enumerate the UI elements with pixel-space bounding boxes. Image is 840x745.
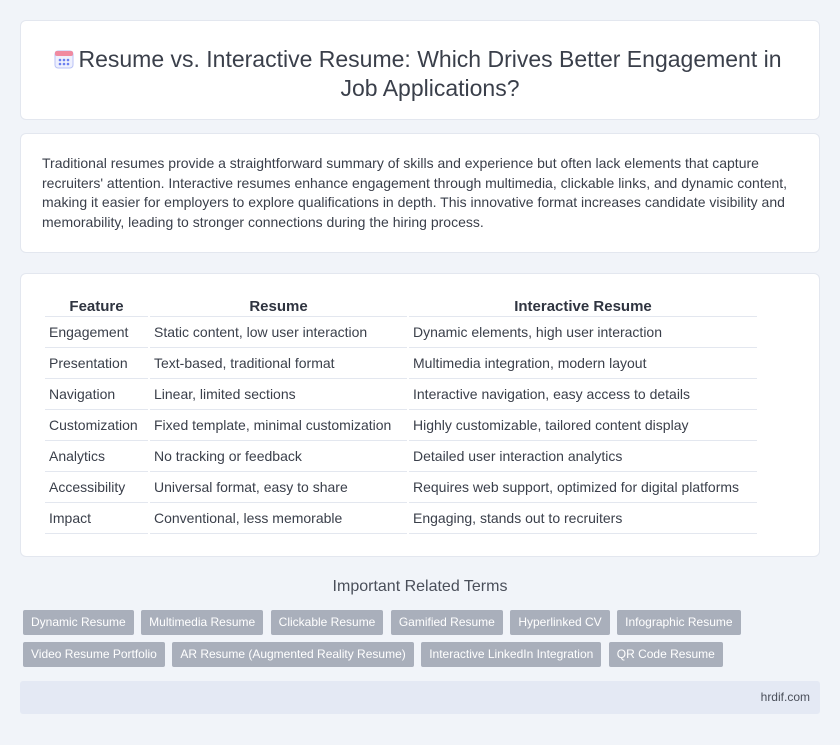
header-interactive-resume: Interactive Resume	[409, 296, 757, 317]
related-term-tag[interactable]: AR Resume (Augmented Reality Resume)	[172, 642, 414, 667]
related-term-tag[interactable]: Dynamic Resume	[23, 610, 134, 635]
table-cell: No tracking or feedback	[150, 441, 407, 472]
table-cell: Analytics	[45, 441, 148, 472]
related-terms-title: Important Related Terms	[332, 578, 508, 595]
related-term-tag[interactable]: Gamified Resume	[390, 610, 503, 635]
table-cell: Dynamic elements, high user interaction	[409, 317, 757, 348]
related-term-tag[interactable]: Clickable Resume	[270, 610, 384, 635]
related-term-tag[interactable]: Multimedia Resume	[141, 610, 264, 635]
related-term-tag[interactable]: Hyperlinked CV	[510, 610, 610, 635]
comparison-table-card: Feature Resume Interactive Resume Engage…	[20, 273, 820, 557]
footer: hrdif.com	[20, 681, 820, 714]
table-row: Engagement Static content, low user inte…	[45, 317, 757, 348]
table-cell: Conventional, less memorable	[150, 503, 407, 534]
related-terms-tags: Dynamic Resume Multimedia Resume Clickab…	[23, 610, 803, 674]
intro-card: Traditional resumes provide a straightfo…	[20, 133, 820, 253]
related-term-tag[interactable]: Interactive LinkedIn Integration	[421, 642, 602, 667]
table-cell: Requires web support, optimized for digi…	[409, 472, 757, 503]
table-cell: Interactive navigation, easy access to d…	[409, 379, 757, 410]
related-term-tag[interactable]: QR Code Resume	[608, 642, 723, 667]
table-row: Navigation Linear, limited sections Inte…	[45, 379, 757, 410]
table-row: Presentation Text-based, traditional for…	[45, 348, 757, 379]
header-resume: Resume	[150, 296, 407, 317]
table-cell: Universal format, easy to share	[150, 472, 407, 503]
table-cell: Impact	[45, 503, 148, 534]
table-cell: Engaging, stands out to recruiters	[409, 503, 757, 534]
table-cell: Engagement	[45, 317, 148, 348]
table-row: Analytics No tracking or feedback Detail…	[45, 441, 757, 472]
comparison-table: Feature Resume Interactive Resume Engage…	[43, 296, 759, 534]
table-cell: Linear, limited sections	[150, 379, 407, 410]
table-row: Impact Conventional, less memorable Enga…	[45, 503, 757, 534]
related-term-tag[interactable]: Infographic Resume	[617, 610, 741, 635]
table-cell: Highly customizable, tailored content di…	[409, 410, 757, 441]
table-cell: Fixed template, minimal customization	[150, 410, 407, 441]
related-term-tag[interactable]: Video Resume Portfolio	[23, 642, 165, 667]
table-cell: Presentation	[45, 348, 148, 379]
table-header-row: Feature Resume Interactive Resume	[45, 296, 757, 317]
table-row: Customization Fixed template, minimal cu…	[45, 410, 757, 441]
intro-paragraph: Traditional resumes provide a straightfo…	[42, 155, 788, 230]
table-cell: Customization	[45, 410, 148, 441]
table-cell: Navigation	[45, 379, 148, 410]
table-cell: Detailed user interaction analytics	[409, 441, 757, 472]
table-row: Accessibility Universal format, easy to …	[45, 472, 757, 503]
page-title: Resume vs. Interactive Resume: Which Dri…	[78, 46, 782, 101]
table-cell: Multimedia integration, modern layout	[409, 348, 757, 379]
footer-site-link[interactable]: hrdif.com	[761, 690, 810, 704]
table-cell: Accessibility	[45, 472, 148, 503]
table-cell: Static content, low user interaction	[150, 317, 407, 348]
header-feature: Feature	[45, 296, 148, 317]
table-cell: Text-based, traditional format	[150, 348, 407, 379]
title-card: Resume vs. Interactive Resume: Which Dri…	[20, 20, 820, 120]
